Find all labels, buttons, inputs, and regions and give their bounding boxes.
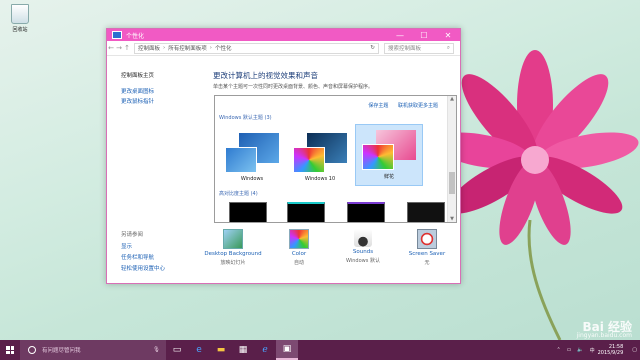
change-mouse-pointer-link[interactable]: 更改鼠标指针 <box>121 97 154 105</box>
scroll-up-icon[interactable]: ▲ <box>448 96 456 102</box>
input-language[interactable]: 中 <box>590 347 595 354</box>
recycle-bin-desktop-icon[interactable]: 回收站 <box>4 4 36 33</box>
left-pane: 控制面板主页 更改桌面图标 更改鼠标指针 另请参阅 显示 任务栏和导航 轻松使用… <box>107 55 197 283</box>
maximize-button[interactable]: ☐ <box>412 29 436 41</box>
color-icon <box>289 229 309 249</box>
high-contrast-theme-1[interactable] <box>229 202 267 222</box>
network-icon[interactable]: ▭ <box>567 347 572 353</box>
windows-themes-group-label: Windows 默认主题 (3) <box>219 115 272 121</box>
cortana-icon <box>28 346 36 354</box>
breadcrumb-separator: › <box>209 45 212 51</box>
theme-windows-10[interactable]: Windows 10 <box>287 128 353 188</box>
baidu-watermark-site: jingyan.baidu.com <box>576 332 632 339</box>
breadcrumb-control-panel[interactable]: 控制面板 <box>138 44 160 52</box>
system-tray: ⌃ ▭ 🔈 中 21:58 2015/9/29 ▢ <box>553 344 640 356</box>
start-button[interactable] <box>0 340 20 360</box>
page-title: 更改计算机上的视觉效果和声音 <box>213 71 318 80</box>
desktop-background-button[interactable]: Desktop Background 放映幻灯片 <box>203 225 263 266</box>
screen-saver-value: 无 <box>424 260 430 266</box>
theme-list: 保存主题 联机获取更多主题 Windows 默认主题 (3) Windows W… <box>214 95 457 223</box>
flower-wallpaper <box>431 50 639 340</box>
clock[interactable]: 21:58 2015/9/29 <box>598 344 624 356</box>
breadcrumb-all-items[interactable]: 所有控制面板项 <box>168 44 207 52</box>
high-contrast-theme-2[interactable] <box>287 202 325 222</box>
store-icon[interactable]: ▦ <box>232 340 254 360</box>
file-explorer-icon[interactable]: ▬ <box>210 340 232 360</box>
high-contrast-theme-3[interactable] <box>347 202 385 222</box>
forward-arrow-icon[interactable]: → <box>115 44 123 52</box>
theme-name: 鲜花 <box>383 174 394 180</box>
refresh-icon[interactable]: ↻ <box>370 45 375 51</box>
change-desktop-icons-link[interactable]: 更改桌面图标 <box>121 87 154 95</box>
desktop-background-label: Desktop Background <box>204 251 262 257</box>
save-theme-link[interactable]: 保存主题 <box>368 103 388 109</box>
high-contrast-theme-4[interactable] <box>407 202 445 222</box>
theme-windows-thumbnail <box>225 133 279 173</box>
theme-windows10-thumbnail <box>293 133 347 173</box>
taskbar-search-box[interactable]: 有问题尽管问我 🎙 <box>20 340 166 360</box>
address-field[interactable]: 控制面板 › 所有控制面板项 › 个性化 ↻ <box>134 42 379 54</box>
notifications-icon[interactable]: ▢ <box>632 347 637 353</box>
theme-flowers-thumbnail <box>362 130 416 170</box>
see-also-label: 另请参阅 <box>121 232 144 238</box>
ease-of-access-link[interactable]: 轻松使用设置中心 <box>121 264 165 272</box>
theme-settings-bar: Desktop Background 放映幻灯片 Color 自动 Sounds… <box>204 225 457 275</box>
breadcrumb-separator: › <box>163 45 166 51</box>
desktop-background-icon <box>223 229 243 249</box>
clock-date: 2015/9/29 <box>597 350 624 356</box>
display-link[interactable]: 显示 <box>121 242 132 250</box>
taskbar-navigation-link[interactable]: 任务栏和导航 <box>121 253 154 261</box>
internet-explorer-icon[interactable]: ℯ <box>254 340 276 360</box>
screen-saver-label: Screen Saver <box>408 251 446 257</box>
desktop-background-value: 放映幻灯片 <box>220 260 246 266</box>
page-description: 单击某个主题可一次性同时更改桌面背景、颜色、声音和屏幕保护程序。 <box>213 84 374 90</box>
up-arrow-icon[interactable]: ↑ <box>123 44 131 52</box>
breadcrumb-personalization[interactable]: 个性化 <box>215 44 232 52</box>
microphone-icon[interactable]: 🎙 <box>153 347 160 353</box>
show-hidden-icons-icon[interactable]: ⌃ <box>556 347 560 353</box>
personalization-window: 个性化 — ☐ ✕ ← → ↑ 控制面板 › 所有控制面板项 › 个性化 ↻ 搜… <box>106 28 461 284</box>
color-label: Color <box>291 251 307 257</box>
screen-saver-icon <box>417 229 437 249</box>
close-button[interactable]: ✕ <box>436 29 460 41</box>
theme-links: 保存主题 联机获取更多主题 <box>360 102 438 109</box>
theme-name: Windows <box>240 176 264 182</box>
minimize-button[interactable]: — <box>388 29 412 41</box>
recycle-bin-icon <box>11 4 29 24</box>
windows-logo-icon <box>6 346 14 354</box>
search-input[interactable]: 搜索控制面板 ⌕ <box>384 42 454 54</box>
back-arrow-icon[interactable]: ← <box>107 44 115 52</box>
taskbar-search-placeholder: 有问题尽管问我 <box>42 348 81 354</box>
search-placeholder: 搜索控制面板 <box>388 46 422 52</box>
volume-icon[interactable]: 🔈 <box>577 347 583 353</box>
high-contrast-group-label: 高对比度主题 (4) <box>219 191 258 197</box>
control-panel-home-link[interactable]: 控制面板主页 <box>121 71 154 79</box>
edge-browser-icon[interactable]: e <box>188 340 210 360</box>
search-icon: ⌕ <box>446 44 450 51</box>
more-themes-link[interactable]: 联机获取更多主题 <box>398 103 438 109</box>
task-view-icon[interactable]: ▭ <box>166 340 188 360</box>
sounds-button[interactable]: Sounds Windows 默认 <box>333 225 393 264</box>
sounds-icon <box>354 229 372 247</box>
theme-windows[interactable]: Windows <box>219 128 285 188</box>
sounds-label: Sounds <box>352 249 374 255</box>
sounds-value: Windows 默认 <box>346 258 380 264</box>
scroll-down-icon[interactable]: ▼ <box>448 216 456 222</box>
theme-name: Windows 10 <box>304 176 336 182</box>
screen-saver-button[interactable]: Screen Saver 无 <box>397 225 457 266</box>
scrollbar-thumb[interactable] <box>449 172 455 194</box>
theme-list-scrollbar[interactable]: ▲ ▼ <box>447 96 456 222</box>
control-panel-taskbar-icon[interactable]: ▣ <box>276 340 298 360</box>
main-pane: 更改计算机上的视觉效果和声音 单击某个主题可一次性同时更改桌面背景、颜色、声音和… <box>204 55 457 283</box>
title-bar[interactable]: 个性化 — ☐ ✕ <box>107 29 460 41</box>
taskbar: 有问题尽管问我 🎙 ▭ e ▬ ▦ ℯ ▣ ⌃ ▭ 🔈 中 21:58 2015… <box>0 340 640 360</box>
theme-flowers[interactable]: 鲜花 <box>355 124 423 186</box>
address-bar: ← → ↑ 控制面板 › 所有控制面板项 › 个性化 ↻ 搜索控制面板 ⌕ <box>107 41 460 56</box>
color-value: 自动 <box>293 260 304 266</box>
recycle-bin-label: 回收站 <box>12 27 28 33</box>
color-button[interactable]: Color 自动 <box>269 225 329 266</box>
window-title: 个性化 <box>126 32 145 40</box>
window-icon <box>112 31 122 39</box>
